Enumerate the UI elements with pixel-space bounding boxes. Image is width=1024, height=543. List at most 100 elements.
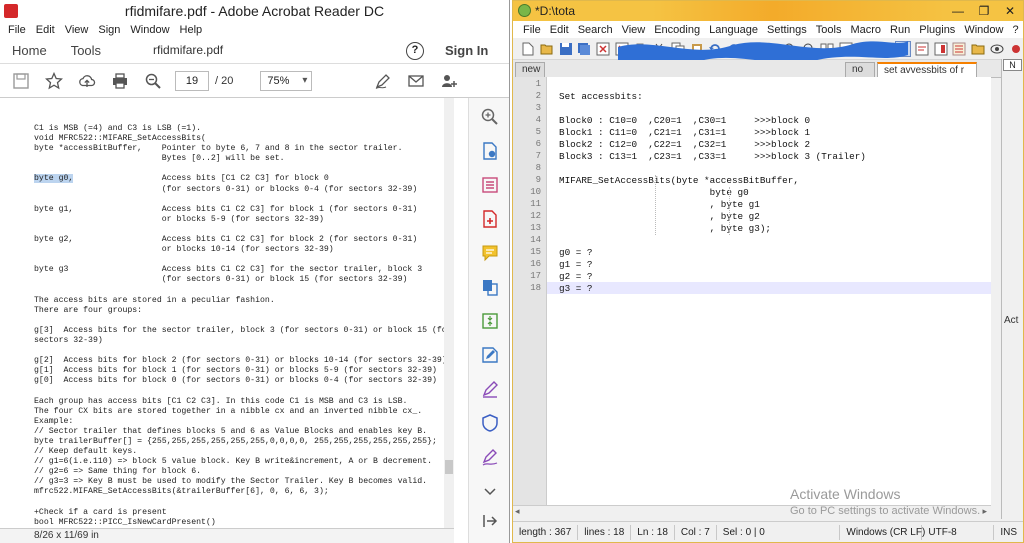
protect-shield-icon[interactable] [479,412,501,434]
indent-guide [655,175,656,235]
pdf-text-line: (for sectors 0-31) or blocks 0-4 (for se… [161,184,418,194]
home-tab[interactable]: Home [0,38,59,64]
line-number: 1 [535,79,541,89]
maximize-icon[interactable]: ❐ [971,1,997,21]
acrobat-menu-sign[interactable]: Sign [98,24,120,36]
new-file-icon[interactable] [521,41,536,57]
line-number: 14 [530,235,541,245]
acrobat-logo-icon [4,4,18,18]
record-macro-icon[interactable] [1008,41,1023,57]
code-line: Block3 : C13=1 ,C23=1 ,C33=1 >>>block 3 … [559,151,866,162]
side-panel-title[interactable]: N [1003,59,1022,71]
page-size-status: 8/26 x 11/69 in [0,528,454,543]
add-user-icon[interactable] [438,70,460,92]
tab-set-accessbits[interactable]: set avvessbits of r [877,62,977,77]
save-icon[interactable] [10,70,32,92]
folder-workspace-icon[interactable] [971,41,986,57]
fill-sign-icon[interactable] [479,378,501,400]
document-tab[interactable]: rfidmifare.pdf [143,37,233,65]
status-eol[interactable]: Windows (CR LF) [840,524,925,540]
close-icon[interactable]: ✕ [997,1,1023,21]
npp-menu-file[interactable]: File [523,24,541,36]
zoom-in-tool-icon[interactable] [479,106,501,128]
acrobat-menu-edit[interactable]: Edit [36,24,55,36]
chevron-down-icon[interactable] [479,480,501,502]
scroll-right-icon[interactable]: ▸ [982,506,987,517]
code-line: , byte g3); [559,223,772,234]
pdf-text-line: or blocks 5-9 (for sectors 32-39) [161,214,324,224]
scrollbar-thumb[interactable] [445,460,453,474]
npp-menu-edit[interactable]: Edit [550,24,569,36]
line-number: 5 [535,127,541,137]
pdf-text-line: There are four groups: [34,305,143,315]
compress-pdf-icon[interactable] [479,310,501,332]
acrobat-menu-help[interactable]: Help [180,24,203,36]
pdf-text-line: g[2] Access bits for block 2 (for sector… [34,356,447,366]
pdf-text-line: // Sector trailer that defines blocks 5 … [34,426,428,436]
page-number-input[interactable]: 19 [175,70,209,91]
activate-windows-watermark: Activate Windows Go to PC settings to ac… [790,486,980,517]
status-lines: lines : 18 [578,524,632,540]
save-all-icon[interactable] [577,41,592,57]
edit-pdf-icon[interactable] [479,344,501,366]
tab-no[interactable]: no [845,62,875,77]
notepadpp-window: *D:\tota — ❐ ✕ File Edit Search View Enc… [512,0,1024,543]
help-icon[interactable]: ? [406,42,424,60]
acrobat-menu-file[interactable]: File [8,24,26,36]
pdf-vertical-scrollbar[interactable] [444,98,454,528]
line-number: 16 [530,259,541,269]
tab-new[interactable]: new [515,62,545,77]
user-lang-icon[interactable] [915,41,930,57]
tools-tab[interactable]: Tools [59,38,113,64]
code-editor[interactable]: 1 2 3 4 5 6 7 8 9 10 11 12 13 14 15 16 17 18 Set accessbi… [513,77,991,505]
export-pdf-icon[interactable] [479,140,501,162]
print-icon[interactable] [109,70,131,92]
function-list-icon[interactable] [952,41,967,57]
acrobat-menu-view[interactable]: View [65,24,89,36]
activate-windows-subtitle: Go to PC settings to activate Windows. [790,505,981,517]
acrobat-toolbar: 19 / 20 75% [0,64,509,98]
pdf-text-line: C1 is MSB (=4) and C3 is LSB (=1). [34,124,202,133]
mail-icon[interactable] [405,70,427,92]
doc-map-icon[interactable] [933,41,948,57]
combine-files-icon[interactable] [479,276,501,298]
sign-in-button[interactable]: Sign In [445,38,488,64]
open-file-icon[interactable] [540,41,555,57]
npp-menu-plugins[interactable]: Plugins [919,24,955,36]
monitoring-icon[interactable] [990,41,1005,57]
status-encoding[interactable]: UTF-8 [922,524,995,540]
status-col: Col : 7 [675,524,717,540]
pdf-text-line: // g2=6 => Same thing for block 6. [34,467,202,477]
sign-pen-icon[interactable] [372,70,394,92]
line-number-gutter: 1 2 3 4 5 6 7 8 9 10 11 12 13 14 15 16 17 18 [513,77,547,505]
zoom-search-icon[interactable] [142,70,164,92]
selected-text-highlight[interactable]: byte g0, [34,174,74,184]
npp-menu-help[interactable]: ? [1012,24,1018,36]
scroll-left-icon[interactable]: ◂ [515,506,520,517]
pdf-text-line: byte g2, Access bits C1 C2 C3] for block… [34,235,418,245]
acrobat-menu-window[interactable]: Window [130,24,169,36]
indent-guide [729,187,730,235]
collapse-pane-icon[interactable] [479,510,501,532]
send-for-signature-icon[interactable] [479,446,501,468]
line-number: 2 [535,91,541,101]
zoom-select[interactable]: 75% [260,70,313,91]
save-file-icon[interactable] [558,41,573,57]
bookmark-star-icon[interactable] [43,70,65,92]
organize-pages-icon[interactable] [479,174,501,196]
line-number: 3 [535,103,541,113]
line-number: 6 [535,139,541,149]
minimize-icon[interactable]: — [945,1,971,21]
pdf-page-view[interactable]: C1 is MSB (=4) and C3 is LSB (=1). void … [0,98,454,528]
line-number: 13 [530,223,541,233]
code-text-area[interactable]: Set accessbits: Block0 : C10=0 ,C20=1 ,C3… [559,77,989,505]
upload-cloud-icon[interactable] [76,70,98,92]
status-sel: Sel : 0 | 0 [717,524,841,540]
npp-menu-search[interactable]: Search [578,24,613,36]
close-file-icon[interactable] [596,41,611,57]
status-insert-mode[interactable]: INS [994,525,1023,540]
comment-icon[interactable] [479,242,501,264]
create-pdf-icon[interactable] [479,208,501,230]
npp-menu-window[interactable]: Window [964,24,1003,36]
pdf-text-line: // g1=6(i.e.110) => block 5 value block.… [34,457,432,467]
